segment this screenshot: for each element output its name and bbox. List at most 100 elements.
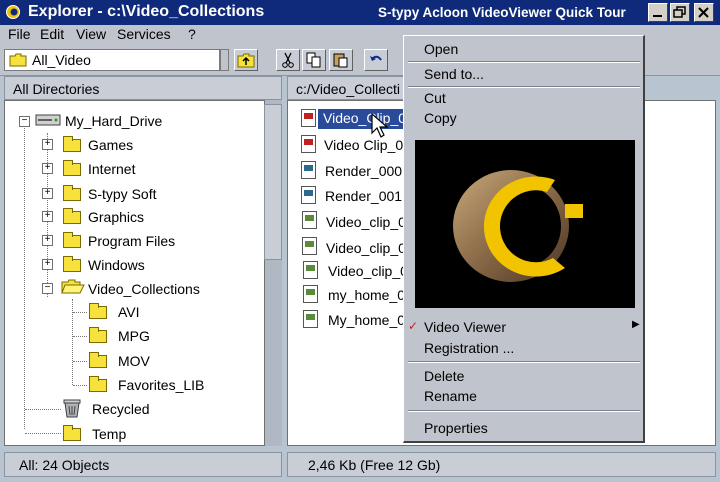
- folder-icon: [89, 303, 107, 319]
- folder-icon: [63, 232, 81, 248]
- file-item-label[interactable]: Video_clip_0: [328, 263, 408, 279]
- tree-item-label[interactable]: Recycled: [92, 401, 150, 417]
- file-item-label[interactable]: my_home_0: [328, 287, 405, 303]
- paste-button[interactable]: [329, 49, 353, 71]
- tree-item-label[interactable]: Temp: [92, 426, 126, 442]
- address-combo[interactable]: All_Video: [4, 49, 220, 71]
- folder-icon: [63, 208, 81, 224]
- tree-item-label[interactable]: My_Hard_Drive: [65, 113, 162, 129]
- collapse-toggle[interactable]: −: [19, 116, 30, 127]
- address-value: All_Video: [32, 52, 91, 68]
- tree-item-label[interactable]: Internet: [88, 161, 135, 177]
- collapse-toggle[interactable]: −: [42, 283, 53, 294]
- expand-toggle[interactable]: +: [42, 235, 53, 246]
- folder-icon: [63, 185, 81, 201]
- acloon-logo-icon: [453, 170, 583, 282]
- tree-item-label[interactable]: Favorites_LIB: [118, 377, 204, 393]
- right-pane-header: c:/Video_Collecti: [287, 76, 407, 100]
- up-folder-icon: [237, 53, 255, 68]
- cut-icon: [282, 52, 294, 68]
- file-item-label[interactable]: Video_clip_0: [326, 240, 406, 256]
- menu-item-send-to[interactable]: Send to...: [424, 66, 484, 82]
- tree-item-label[interactable]: MOV: [118, 353, 150, 369]
- tour-title: S-typy Acloon VideoViewer Quick Tour: [378, 5, 626, 20]
- menu-item-rename[interactable]: Rename: [424, 388, 477, 404]
- checkmark-icon: ✓: [408, 319, 419, 333]
- menu-item-properties[interactable]: Properties: [424, 420, 488, 436]
- tree-item-label[interactable]: Windows: [88, 257, 145, 273]
- expand-toggle[interactable]: +: [42, 188, 53, 199]
- tree-item-label[interactable]: Program Files: [88, 233, 175, 249]
- menu-item-copy[interactable]: Copy: [424, 110, 457, 126]
- left-pane-header: All Directories: [4, 76, 282, 100]
- close-button[interactable]: [694, 3, 714, 22]
- up-folder-button[interactable]: [234, 49, 258, 71]
- folder-icon: [63, 425, 81, 441]
- folder-icon: [63, 136, 81, 152]
- hard-drive-icon: [35, 113, 61, 130]
- file-item-label[interactable]: Video_clip_0: [326, 214, 406, 230]
- expand-toggle[interactable]: +: [42, 163, 53, 174]
- folder-icon: [63, 160, 81, 176]
- folder-icon: [89, 327, 107, 343]
- file-item-label[interactable]: Render_000: [325, 163, 402, 179]
- window-title: Explorer - c:\Video_Collections: [28, 3, 265, 20]
- folder-icon: [63, 256, 81, 272]
- copy-button[interactable]: [302, 49, 326, 71]
- paste-icon: [333, 53, 348, 68]
- restore-button[interactable]: [670, 3, 690, 22]
- menu-item-registration[interactable]: Registration ...: [424, 340, 514, 356]
- directory-tree[interactable]: − My_Hard_Drive + Games + Internet + S-t…: [4, 100, 282, 446]
- folder-icon: [9, 53, 27, 67]
- app-icon: [5, 4, 21, 20]
- menu-services[interactable]: Services: [117, 26, 171, 42]
- open-folder-icon: [61, 278, 85, 298]
- file-item-label[interactable]: My_home_0: [328, 312, 405, 328]
- render-file-icon: [301, 161, 316, 179]
- tree-item-label[interactable]: Graphics: [88, 209, 144, 225]
- title-bar: Explorer - c:\Video_Collections S-typy A…: [0, 0, 720, 25]
- video-file-icon: [303, 261, 318, 279]
- expand-toggle[interactable]: +: [42, 211, 53, 222]
- minimize-icon: [653, 15, 662, 17]
- copy-icon: [306, 52, 321, 68]
- minimize-button[interactable]: [648, 3, 668, 22]
- menu-separator: [408, 361, 640, 363]
- file-item-label[interactable]: Video Clip_0: [324, 137, 403, 153]
- video-file-icon: [303, 310, 318, 328]
- menu-separator: [408, 61, 640, 63]
- tree-item-label[interactable]: Games: [88, 137, 133, 153]
- tree-item-label[interactable]: S-typy Soft: [88, 186, 156, 202]
- menu-separator: [408, 410, 640, 412]
- tree-item-label[interactable]: MPG: [118, 328, 150, 344]
- recycle-bin-icon: [62, 398, 82, 421]
- mouse-cursor-icon: [370, 112, 390, 142]
- file-item-label[interactable]: Video_Clip_0: [323, 110, 406, 126]
- submenu-arrow-icon: ▶: [632, 319, 640, 330]
- undo-icon: [370, 55, 382, 61]
- menu-item-cut[interactable]: Cut: [424, 90, 446, 106]
- tree-item-label[interactable]: Video_Collections: [88, 281, 200, 297]
- left-scrollbar-thumb[interactable]: [264, 104, 282, 260]
- file-item-label[interactable]: Render_001: [325, 188, 402, 204]
- menu-help[interactable]: ?: [188, 26, 196, 42]
- menu-file[interactable]: File: [8, 26, 31, 42]
- close-icon: [698, 7, 709, 18]
- menu-view[interactable]: View: [76, 26, 106, 42]
- cut-button[interactable]: [276, 49, 300, 71]
- video-file-icon: [301, 135, 316, 153]
- expand-toggle[interactable]: +: [42, 139, 53, 150]
- menu-edit[interactable]: Edit: [40, 26, 64, 42]
- address-dropdown-button[interactable]: [220, 49, 229, 71]
- video-file-icon: [301, 109, 316, 127]
- video-file-icon: [303, 285, 318, 303]
- menu-item-video-viewer[interactable]: Video Viewer: [424, 319, 506, 335]
- undo-button[interactable]: [364, 49, 388, 71]
- tree-item-label[interactable]: AVI: [118, 304, 140, 320]
- menu-separator: [408, 86, 640, 88]
- render-file-icon: [301, 186, 316, 204]
- expand-toggle[interactable]: +: [42, 259, 53, 270]
- menu-item-delete[interactable]: Delete: [424, 368, 464, 384]
- menu-item-open[interactable]: Open: [424, 41, 458, 57]
- video-preview: [415, 140, 635, 308]
